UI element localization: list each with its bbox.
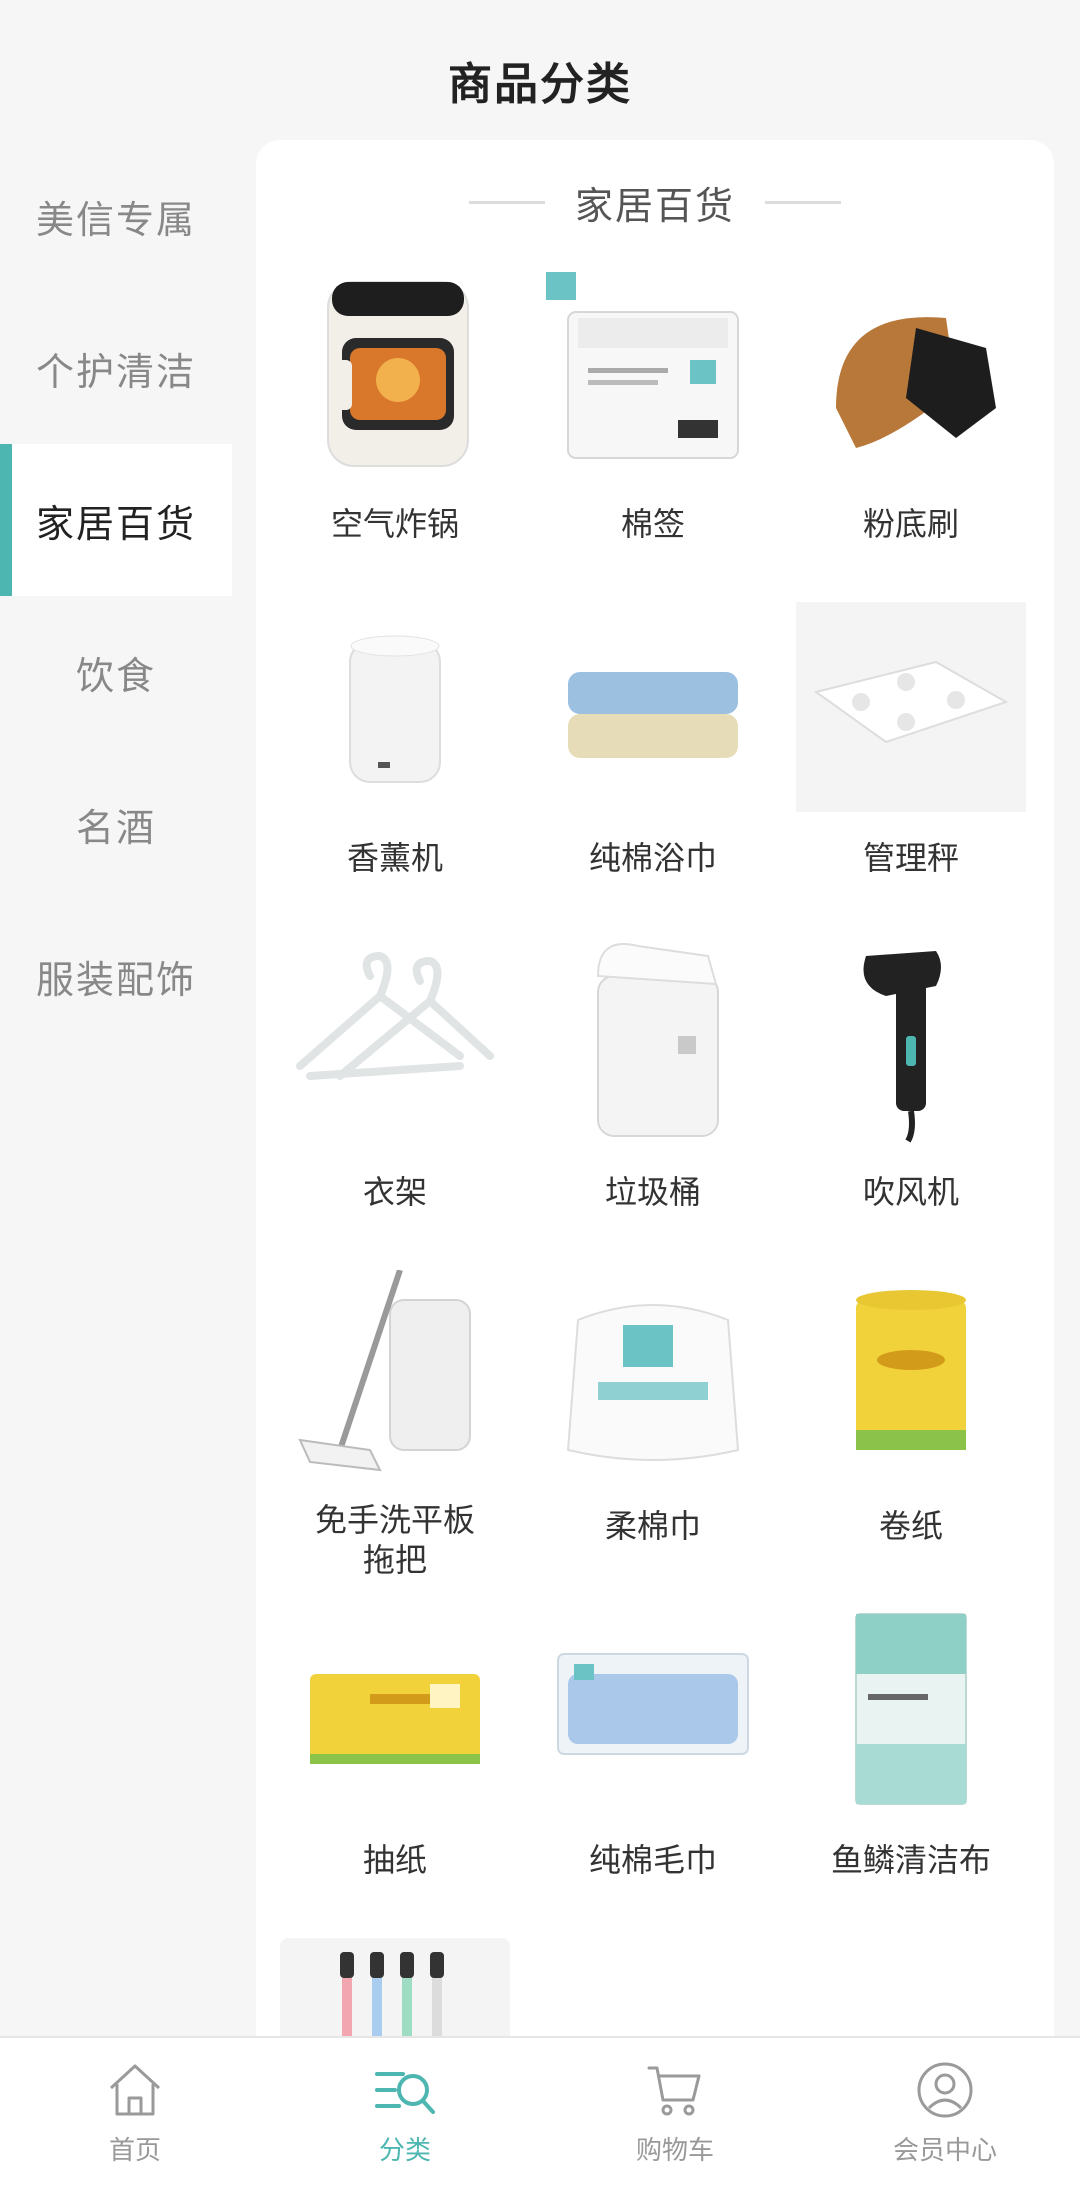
user-icon bbox=[917, 2062, 973, 2118]
divider bbox=[468, 200, 545, 204]
toilet-roll-image bbox=[796, 1270, 1026, 1480]
product-item[interactable]: 棉签 bbox=[524, 264, 782, 598]
sidebar-item-label: 服装配饰 bbox=[35, 957, 196, 1002]
product-name: 抽纸 bbox=[362, 1841, 427, 1879]
soft-cotton-towel-image bbox=[538, 1270, 768, 1480]
product-panel: 家居百货 空气炸锅 棉签 粉底刷 香薰机 纯棉浴巾 管理秤 衣架 垃圾桶 吹风机… bbox=[256, 140, 1054, 2040]
bottom-tab-bar: 首页 分类 购物车 会员中心 bbox=[0, 2036, 1080, 2212]
sidebar-item-meixin-exclusive[interactable]: 美信专属 bbox=[0, 140, 232, 292]
category-page: 商品分类 美信专属 个护清洁 家居百货 饮食 名酒 服装配饰 家居百货 空气炸锅… bbox=[0, 0, 1080, 2212]
product-name: 免手洗平板 拖把 bbox=[314, 1501, 475, 1579]
product-item[interactable]: 衣架 bbox=[266, 932, 524, 1266]
sidebar-item-personal-care[interactable]: 个护清洁 bbox=[0, 292, 232, 444]
cart-icon bbox=[647, 2066, 701, 2116]
sidebar-item-liquor[interactable]: 名酒 bbox=[0, 748, 232, 900]
sidebar-item-food[interactable]: 饮食 bbox=[0, 596, 232, 748]
product-item[interactable]: 吹风机 bbox=[782, 932, 1040, 1266]
product-item[interactable]: 纯棉毛巾 bbox=[524, 1600, 782, 1934]
flat-mop-image bbox=[280, 1270, 510, 1480]
product-item[interactable]: 免手洗平板 拖把 bbox=[266, 1266, 524, 1600]
product-item[interactable]: 纯棉浴巾 bbox=[524, 598, 782, 932]
foundation-brush-image bbox=[796, 268, 1026, 478]
toothbrush-image bbox=[280, 1938, 510, 2040]
tab-member-center[interactable]: 会员中心 bbox=[810, 2038, 1080, 2212]
sidebar-item-label: 美信专属 bbox=[35, 197, 196, 242]
bath-towel-image bbox=[538, 602, 768, 812]
product-name: 卷纸 bbox=[878, 1507, 943, 1545]
product-name: 吹风机 bbox=[862, 1173, 959, 1211]
tab-label: 首页 bbox=[108, 2136, 161, 2166]
cotton-swab-box-image bbox=[538, 268, 768, 478]
section-header: 家居百货 bbox=[256, 140, 1054, 264]
product-name: 鱼鳞清洁布 bbox=[830, 1841, 991, 1879]
product-item[interactable]: 卷纸 bbox=[782, 1266, 1040, 1600]
tab-label: 分类 bbox=[378, 2136, 431, 2166]
cleaning-cloth-image bbox=[796, 1604, 1026, 1814]
product-item[interactable]: 柔棉巾 bbox=[524, 1266, 782, 1600]
product-name: 纯棉浴巾 bbox=[588, 839, 717, 877]
hair-dryer-image bbox=[796, 936, 1026, 1146]
product-name: 垃圾桶 bbox=[604, 1173, 701, 1211]
product-item[interactable]: 垃圾桶 bbox=[524, 932, 782, 1266]
product-item[interactable] bbox=[266, 1934, 524, 2040]
category-sidebar: 美信专属 个护清洁 家居百货 饮食 名酒 服装配饰 bbox=[0, 140, 232, 1052]
product-item[interactable]: 鱼鳞清洁布 bbox=[782, 1600, 1040, 1934]
product-name: 空气炸锅 bbox=[330, 505, 459, 543]
sidebar-item-home-goods[interactable]: 家居百货 bbox=[0, 444, 232, 596]
towel-package-image bbox=[538, 1604, 768, 1814]
hanger-image bbox=[280, 936, 510, 1146]
tab-label: 购物车 bbox=[635, 2136, 714, 2166]
body-scale-image bbox=[796, 602, 1026, 812]
sidebar-item-label: 名酒 bbox=[75, 805, 156, 850]
tab-home[interactable]: 首页 bbox=[0, 2038, 270, 2212]
product-name: 香薰机 bbox=[346, 839, 443, 877]
aroma-diffuser-image bbox=[280, 602, 510, 812]
product-item[interactable]: 空气炸锅 bbox=[266, 264, 524, 598]
tissue-box-image bbox=[280, 1604, 510, 1814]
product-name: 粉底刷 bbox=[862, 505, 959, 543]
trash-bin-image bbox=[538, 936, 768, 1146]
product-name: 衣架 bbox=[362, 1173, 427, 1211]
product-name: 管理秤 bbox=[862, 839, 959, 877]
sidebar-item-label: 家居百货 bbox=[35, 501, 196, 546]
tab-category[interactable]: 分类 bbox=[270, 2038, 540, 2212]
sidebar-item-apparel[interactable]: 服装配饰 bbox=[0, 900, 232, 1052]
sidebar-item-label: 饮食 bbox=[75, 653, 156, 698]
page-title: 商品分类 bbox=[448, 59, 632, 110]
divider bbox=[765, 200, 841, 204]
tab-label: 会员中心 bbox=[892, 2136, 997, 2166]
product-item[interactable]: 香薰机 bbox=[266, 598, 524, 932]
product-name: 纯棉毛巾 bbox=[588, 1841, 717, 1879]
product-item[interactable]: 粉底刷 bbox=[782, 264, 1040, 598]
air-fryer-image bbox=[280, 268, 510, 478]
section-title: 家居百货 bbox=[574, 183, 735, 228]
home-icon bbox=[109, 2064, 161, 2116]
category-search-icon bbox=[375, 2072, 435, 2114]
product-name: 柔棉巾 bbox=[604, 1507, 701, 1545]
top-bar: 商品分类 bbox=[0, 0, 1080, 160]
sidebar-item-label: 个护清洁 bbox=[35, 349, 196, 394]
product-name: 棉签 bbox=[620, 505, 685, 543]
product-item[interactable]: 管理秤 bbox=[782, 598, 1040, 932]
tab-cart[interactable]: 购物车 bbox=[540, 2038, 810, 2212]
product-item[interactable]: 抽纸 bbox=[266, 1600, 524, 1934]
product-grid: 空气炸锅 棉签 粉底刷 香薰机 纯棉浴巾 管理秤 衣架 垃圾桶 吹风机 免手洗平… bbox=[256, 264, 1054, 2040]
